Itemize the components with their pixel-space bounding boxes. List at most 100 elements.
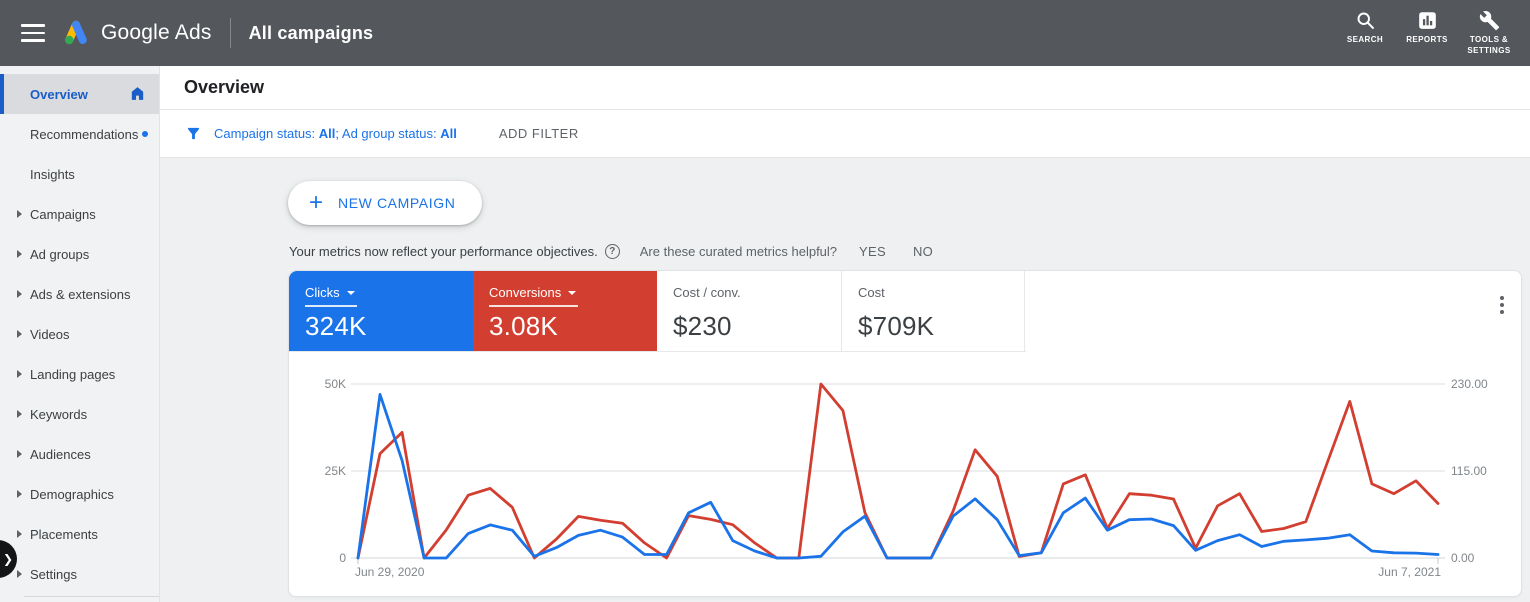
sidebar-item-campaigns[interactable]: Campaigns xyxy=(0,194,159,234)
scorecard-cost: Cost $709K xyxy=(841,271,1025,351)
google-ads-logo xyxy=(60,18,92,48)
y-axis-tick-left: 25K xyxy=(324,464,346,478)
scorecard-value: 324K xyxy=(305,311,367,341)
header-divider xyxy=(229,18,231,48)
page-title-bar: Overview xyxy=(160,66,1530,110)
y-axis-tick-right: 0.00 xyxy=(1451,551,1475,565)
sidebar-item-keywords[interactable]: Keywords xyxy=(0,394,159,434)
main-content: Overview Campaign status: All; Ad group … xyxy=(160,66,1530,602)
expand-caret-icon xyxy=(17,370,22,378)
page-title: Overview xyxy=(184,77,265,97)
scorecard-clicks[interactable]: Clicks 324K xyxy=(289,271,473,351)
hamburger-menu-icon[interactable] xyxy=(21,19,45,47)
notification-dot xyxy=(142,131,149,137)
plus-icon: + xyxy=(309,189,324,217)
expand-caret-icon xyxy=(17,450,22,458)
feedback-yes-button[interactable]: YES xyxy=(859,244,886,259)
metrics-notice: Your metrics now reflect your performanc… xyxy=(289,244,933,259)
search-label: SEARCH xyxy=(1346,35,1384,45)
help-icon[interactable]: ? xyxy=(604,244,620,259)
sidebar-item-label: Videos xyxy=(30,326,70,342)
expand-caret-icon xyxy=(17,570,22,578)
expand-caret-icon xyxy=(17,530,22,538)
metrics-notice-text: Your metrics now reflect your performanc… xyxy=(289,244,598,259)
chevron-down-icon xyxy=(568,291,577,295)
sidebar-item-audiences[interactable]: Audiences xyxy=(0,434,159,474)
reports-label: REPORTS xyxy=(1406,35,1448,45)
filter-funnel-icon xyxy=(187,127,200,140)
sidebar-item-videos[interactable]: Videos xyxy=(0,314,159,354)
sidebar-item-label: Demographics xyxy=(30,486,114,502)
sidebar-item-placements[interactable]: Placements xyxy=(0,514,159,554)
sidebar-item-label: Settings xyxy=(30,566,77,582)
new-campaign-label: NEW CAMPAIGN xyxy=(338,195,456,211)
metrics-feedback-question: Are these curated metrics helpful? xyxy=(639,244,838,259)
header-actions: SEARCH REPORTS TOOLS & SETTINGS xyxy=(1332,10,1530,56)
sidebar-divider xyxy=(24,596,159,597)
sidebar-item-label: Keywords xyxy=(30,406,88,422)
x-axis-start-label: Jun 29, 2020 xyxy=(355,565,425,579)
reports-button[interactable]: REPORTS xyxy=(1398,10,1456,45)
expand-caret-icon xyxy=(17,490,22,498)
y-axis-tick-right: 230.00 xyxy=(1451,377,1488,391)
conversions-line xyxy=(356,382,1440,560)
scorecard-value: $230 xyxy=(673,311,732,341)
tools-settings-label: TOOLS & SETTINGS xyxy=(1467,35,1511,55)
y-axis-tick-left: 50K xyxy=(324,377,346,391)
header-page-title: All campaigns xyxy=(248,22,374,43)
new-campaign-button[interactable]: + NEW CAMPAIGN xyxy=(288,181,483,225)
wrench-icon xyxy=(1479,11,1499,31)
expand-caret-icon xyxy=(17,290,22,298)
sidebar-item-demographics[interactable]: Demographics xyxy=(0,474,159,514)
expand-caret-icon xyxy=(17,330,22,338)
sidebar-item-label: Audiences xyxy=(30,446,91,462)
sidebar-item-label: Recommendations xyxy=(30,126,139,142)
status-filter-chip[interactable]: Campaign status: All; Ad group status: A… xyxy=(185,125,457,142)
expand-caret-icon xyxy=(17,250,22,258)
filter-summary: Campaign status: All; Ad group status: A… xyxy=(214,126,457,141)
sidebar-item-label: Ads & extensions xyxy=(30,286,131,302)
expand-caret-icon xyxy=(17,210,22,218)
tools-settings-button[interactable]: TOOLS & SETTINGS xyxy=(1460,10,1518,56)
scorecard-label: Conversions xyxy=(489,285,562,300)
sidebar-item-settings[interactable]: Settings xyxy=(0,554,159,594)
sidebar-item-label: Insights xyxy=(30,166,75,182)
sidebar-item-insights[interactable]: Insights xyxy=(0,154,159,194)
home-icon xyxy=(131,87,144,100)
sidebar-item-label: Placements xyxy=(30,526,98,542)
overview-content: + NEW CAMPAIGN Your metrics now reflect … xyxy=(160,158,1530,601)
add-filter-button[interactable]: ADD FILTER xyxy=(499,126,579,141)
sidebar: Overview Recommendations Insights Campai… xyxy=(0,66,160,602)
sidebar-item-ads-extensions[interactable]: Ads & extensions xyxy=(0,274,159,314)
sidebar-item-label: Landing pages xyxy=(30,366,116,382)
sidebar-item-label: Campaigns xyxy=(30,206,96,222)
clicks-line xyxy=(356,393,1440,560)
y-axis-tick-left: 0 xyxy=(339,551,346,565)
sidebar-item-label: Overview xyxy=(30,86,88,102)
search-icon xyxy=(1357,12,1374,30)
scorecard-cost-per-conv: Cost / conv. $230 xyxy=(657,271,841,351)
chevron-right-icon: ❯ xyxy=(2,552,13,566)
scorecard-label: Clicks xyxy=(305,285,340,300)
scorecard-label: Cost xyxy=(858,285,885,300)
scorecard-conversions[interactable]: Conversions 3.08K xyxy=(473,271,657,351)
sidebar-item-recommendations[interactable]: Recommendations xyxy=(0,114,159,154)
filter-bar: Campaign status: All; Ad group status: A… xyxy=(160,110,1530,158)
sidebar-item-label: Ad groups xyxy=(30,246,90,262)
sidebar-item-landing-pages[interactable]: Landing pages xyxy=(0,354,159,394)
scorecard-value: 3.08K xyxy=(489,311,558,341)
expand-caret-icon xyxy=(17,410,22,418)
scorecard-label: Cost / conv. xyxy=(673,285,741,300)
search-button[interactable]: SEARCH xyxy=(1336,10,1394,45)
feedback-no-button[interactable]: NO xyxy=(913,244,933,259)
scorecard-value: $709K xyxy=(858,311,935,341)
card-overflow-menu-button[interactable] xyxy=(1497,293,1507,317)
product-name: Google Ads xyxy=(101,21,212,44)
google-ads-app: Google Ads All campaigns SEARCH REPORTS xyxy=(0,0,1530,602)
sidebar-item-overview[interactable]: Overview xyxy=(0,74,159,114)
y-axis-tick-right: 115.00 xyxy=(1451,464,1487,478)
sidebar-item-ad-groups[interactable]: Ad groups xyxy=(0,234,159,274)
top-app-bar: Google Ads All campaigns SEARCH REPORTS xyxy=(0,0,1530,66)
reports-icon xyxy=(1418,12,1436,29)
chevron-down-icon xyxy=(346,291,355,295)
